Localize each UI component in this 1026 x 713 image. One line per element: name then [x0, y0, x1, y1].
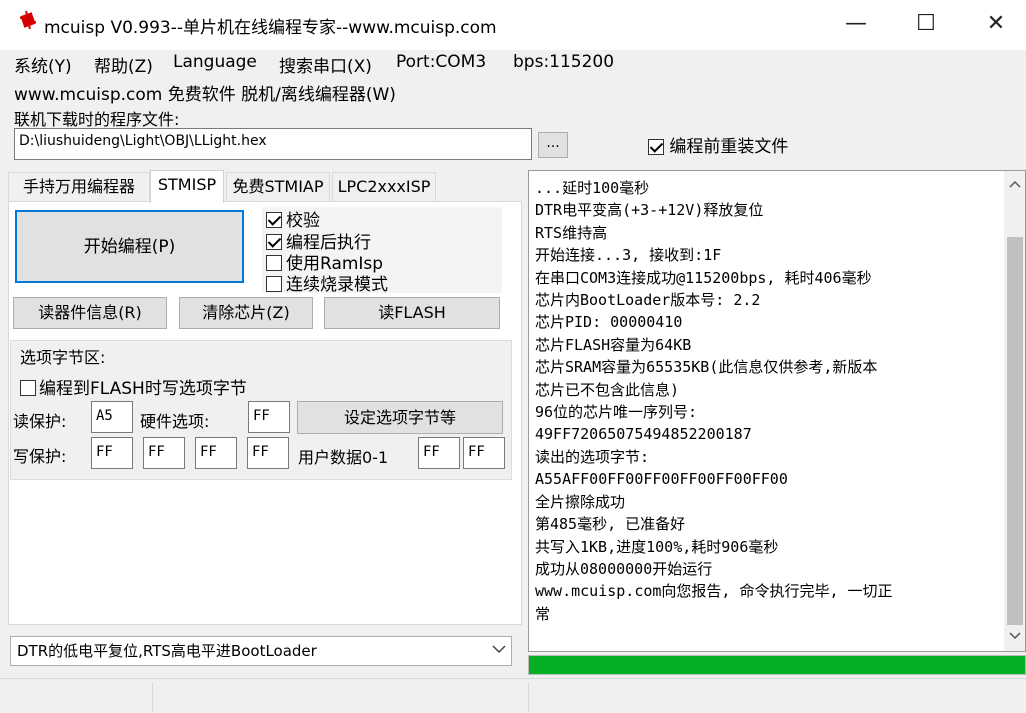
scroll-up-icon[interactable] — [1004, 174, 1025, 196]
log-line: 芯片SRAM容量为65535KB(此信息仅供参考,新版本 — [535, 358, 878, 377]
log-line: 共写入1KB,进度100%,耗时906毫秒 — [535, 537, 779, 556]
menu-system[interactable]: 系统(Y) — [14, 52, 72, 77]
close-button[interactable]: ✕ — [961, 0, 1026, 50]
menu-bps[interactable]: bps:115200 — [513, 52, 614, 72]
progress-bar — [528, 655, 1026, 675]
status-bar — [0, 678, 1026, 713]
file-caption: 联机下载时的程序文件: — [14, 110, 180, 129]
write-option-bytes-label: 编程到FLASH时写选项字节 — [39, 379, 247, 399]
log-line: 在串口COM3连接成功@115200bps, 耗时406毫秒 — [535, 268, 872, 287]
tab-handheld-programmer[interactable]: 手持万用编程器 — [8, 172, 150, 201]
ramisp-checkbox[interactable] — [266, 254, 282, 271]
log-lines: ...延时100毫秒 DTR电平变高(+3-+12V)释放复位 RTS维持高开始连接… — [535, 177, 1001, 625]
status-separator — [152, 682, 153, 712]
read-flash-button[interactable]: 读FLASH — [324, 297, 500, 329]
option-bytes-title: 选项字节区: — [18, 344, 108, 368]
log-line: DTR电平变高(+3-+12V)释放复位 — [535, 201, 764, 220]
menu-language[interactable]: Language — [173, 52, 257, 72]
tab-lpc2xxxisp[interactable]: LPC2xxxISP — [332, 172, 436, 201]
log-output[interactable]: ...延时100毫秒 DTR电平变高(+3-+12V)释放复位 RTS维持高开始连接… — [528, 170, 1026, 652]
continuous-checkbox[interactable] — [266, 275, 282, 292]
log-line: 成功从08000000开始运行 — [535, 559, 713, 578]
read-protect-label: 读保护: — [13, 412, 67, 431]
log-line: RTS维持高 — [535, 223, 608, 242]
log-line: 常 — [535, 604, 551, 623]
maximize-button[interactable]: ☐ — [891, 0, 961, 50]
log-line: 第485毫秒, 已准备好 — [535, 515, 686, 534]
browse-button[interactable]: ... — [538, 132, 568, 158]
menu-port[interactable]: Port:COM3 — [396, 52, 486, 72]
option-continuous[interactable]: 连续烧录模式 — [266, 270, 388, 295]
log-line: 芯片内BootLoader版本号: 2.2 — [535, 291, 761, 310]
write-protect-label: 写保护: — [13, 447, 67, 466]
log-line: 开始连接...3, 接收到:1F — [535, 246, 722, 265]
log-line: 96位的芯片唯一序列号: — [535, 403, 698, 422]
progress-fill — [529, 656, 1025, 674]
clear-chip-button[interactable]: 清除芯片(Z) — [179, 297, 313, 329]
verify-checkbox[interactable] — [266, 211, 282, 228]
menu-search-port[interactable]: 搜索串口(X) — [279, 52, 372, 77]
write-protect-input-1[interactable]: FF — [143, 437, 185, 469]
reload-file-option[interactable]: 编程前重装文件 — [648, 132, 788, 157]
status-separator — [528, 682, 529, 712]
set-option-bytes-button[interactable]: 设定选项字节等 — [297, 401, 503, 434]
log-line: A55AFF00FF00FF00FF00FF00FF00 — [535, 470, 788, 489]
continuous-label: 连续烧录模式 — [286, 275, 388, 295]
file-path-input[interactable]: D:\liushuideng\Light\OBJ\LLight.hex — [14, 128, 532, 160]
minimize-button[interactable]: — — [821, 0, 891, 50]
reload-label: 编程前重装文件 — [669, 137, 789, 157]
hw-option-label: 硬件选项: — [140, 412, 210, 431]
read-protect-input[interactable]: A5 — [91, 401, 133, 433]
tab-stmisp[interactable]: STMISP — [150, 170, 224, 203]
read-device-info-button[interactable]: 读器件信息(R) — [13, 297, 167, 329]
log-line: ...延时100毫秒 — [535, 179, 650, 197]
app-icon — [19, 10, 37, 30]
write-protect-input-3[interactable]: FF — [247, 437, 289, 469]
log-line: 芯片FLASH容量为64KB — [535, 335, 692, 354]
scroll-down-icon[interactable] — [1004, 626, 1025, 648]
window-title: mcuisp V0.993--单片机在线编程专家--www.mcuisp.com — [44, 18, 497, 38]
menu-bar: 系统(Y) 帮助(Z) Language 搜索串口(X) Port:COM3 b… — [0, 50, 1026, 78]
write-option-bytes-checkbox[interactable] — [20, 379, 36, 396]
reset-mode-select[interactable]: DTR的低电平复位,RTS高电平进BootLoader — [10, 636, 512, 666]
log-line: www.mcuisp.com向您报告, 命令执行完毕, 一切正 — [535, 582, 893, 601]
log-line: 读出的选项字节: — [535, 447, 650, 466]
scroll-thumb[interactable] — [1007, 237, 1023, 625]
log-line: 全片擦除成功 — [535, 492, 626, 511]
write-protect-input-2[interactable]: FF — [195, 437, 237, 469]
menu-bar-secondary: www.mcuisp.com 免费软件 脱机/离线编程器(W) — [0, 78, 1026, 105]
hw-option-input[interactable]: FF — [248, 401, 290, 433]
tab-free-stmiap[interactable]: 免费STMIAP — [226, 172, 330, 201]
reload-checkbox[interactable] — [648, 139, 664, 155]
log-line: 芯片已不包含此信息) — [535, 380, 680, 399]
run-after-checkbox[interactable] — [266, 233, 282, 250]
log-line: 芯片PID: 00000410 — [535, 313, 683, 332]
chevron-down-icon[interactable] — [486, 636, 512, 666]
start-programming-button[interactable]: 开始编程(P) — [15, 210, 244, 283]
user-data-input-0[interactable]: FF — [418, 437, 460, 469]
log-line: 49FF72065075494852200187 — [535, 425, 752, 444]
user-data-label: 用户数据0-1 — [298, 448, 389, 467]
menu-help[interactable]: 帮助(Z) — [94, 52, 153, 77]
user-data-input-1[interactable]: FF — [463, 437, 505, 469]
write-protect-input-0[interactable]: FF — [91, 437, 133, 469]
menu-offline-programmer[interactable]: www.mcuisp.com 免费软件 脱机/离线编程器(W) — [14, 80, 396, 105]
write-option-bytes-option[interactable]: 编程到FLASH时写选项字节 — [20, 374, 247, 399]
